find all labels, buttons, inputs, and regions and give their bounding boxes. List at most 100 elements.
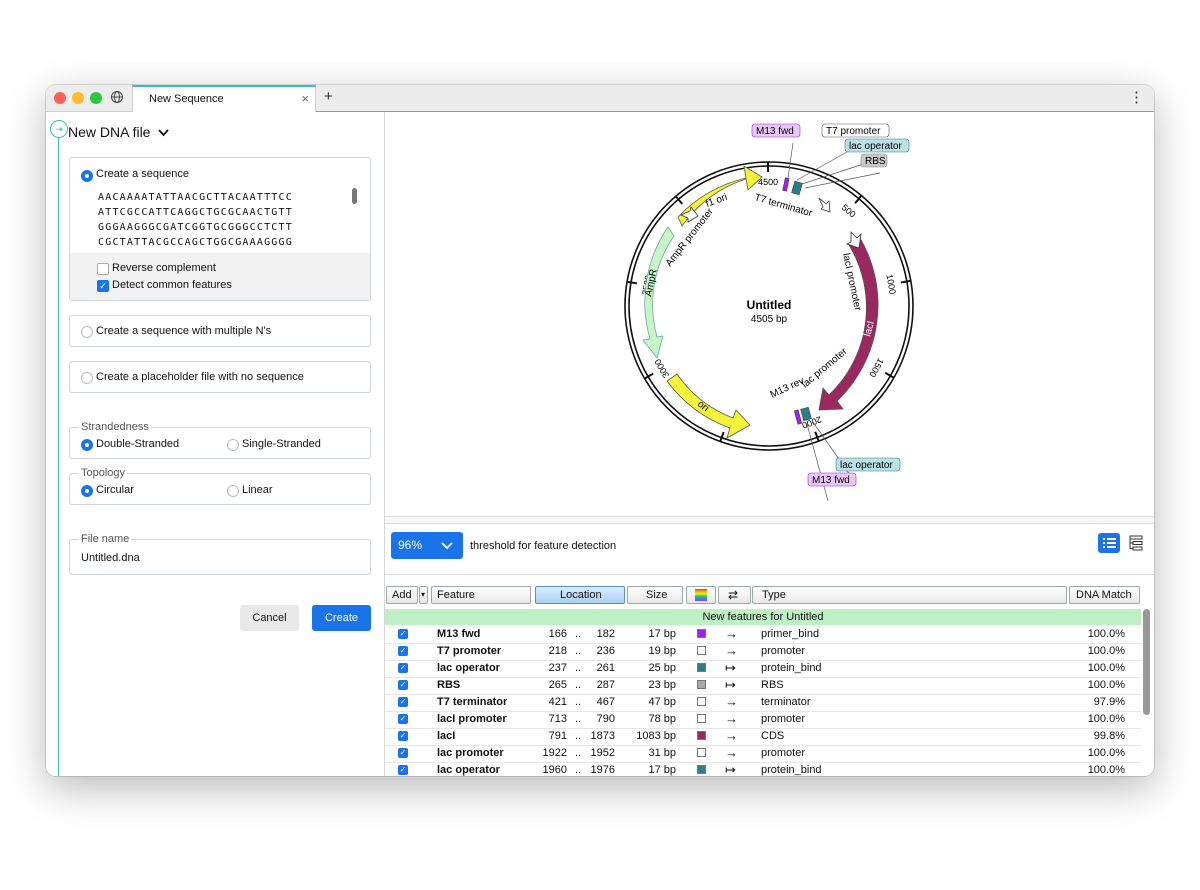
sequence-text-area[interactable]: AACAAAATATTAACGCTTACAATTTCC ATTCGCCATTCA… — [98, 190, 293, 250]
size-column-header[interactable]: Size — [627, 586, 683, 604]
row-checkbox[interactable]: ✓ — [398, 629, 408, 639]
table-row[interactable]: ✓ RBS 265.. 287 23 bp ↦ RBS 100.0% — [385, 677, 1141, 695]
single-stranded-label: Single-Stranded — [242, 438, 321, 450]
table-row[interactable]: ✓ T7 promoter 218.. 236 19 bp → promoter 100.0% — [385, 643, 1141, 661]
placeholder-radio[interactable] — [81, 372, 93, 384]
row-checkbox[interactable]: ✓ — [398, 748, 408, 758]
plasmid-map[interactable]: 50010001500200025003000350040004500 f1 o… — [385, 112, 1154, 516]
linear-radio[interactable] — [227, 485, 239, 497]
table-row[interactable]: ✓ lacI promoter 713.. 790 78 bp → promoter 100.… — [385, 711, 1141, 729]
group-header-row[interactable]: New features for Untitled — [385, 609, 1141, 625]
feature-name: lac promoter — [437, 747, 504, 759]
file-name-group: File name Untitled.dna — [69, 533, 371, 575]
row-checkbox[interactable]: ✓ — [398, 680, 408, 690]
location-separator: .. — [575, 628, 582, 640]
collapse-panel-icon[interactable]: ⇥ — [50, 120, 68, 138]
reverse-complement-checkbox[interactable] — [97, 263, 109, 275]
row-checkbox[interactable]: ✓ — [398, 663, 408, 673]
match-column-header[interactable]: DNA Match — [1069, 586, 1140, 604]
feature-start: 421 — [548, 696, 567, 708]
sequence-scrollbar[interactable] — [352, 188, 357, 204]
panel-title-text: New DNA file — [68, 124, 151, 140]
type-column-header[interactable]: Type — [752, 586, 1067, 604]
placeholder-card[interactable]: Create a placeholder file with no sequen… — [69, 361, 371, 393]
feature-color-swatch[interactable] — [697, 765, 706, 774]
more-menu-icon[interactable]: ⋮ — [1129, 88, 1144, 106]
circular-radio[interactable] — [81, 485, 93, 497]
single-stranded-radio[interactable] — [227, 439, 239, 451]
type-column-label: Type — [762, 589, 786, 601]
table-scrollbar[interactable] — [1143, 609, 1150, 715]
zoom-window-button[interactable] — [90, 92, 102, 104]
location-column-header[interactable]: Location — [535, 586, 625, 604]
t7-terminator-label: T7 terminator — [753, 192, 814, 219]
panel-splitter[interactable] — [385, 516, 1154, 524]
table-row[interactable]: ✓ T7 terminator 421.. 467 47 bp → terminator 97… — [385, 694, 1141, 712]
table-row[interactable]: ✓ lacI 791.. 1873 1083 bp → CDS 99.8% — [385, 728, 1141, 746]
multiple-n-card[interactable]: Create a sequence with multiple N's — [69, 315, 371, 347]
feature-color-swatch[interactable] — [697, 663, 706, 672]
row-checkbox[interactable]: ✓ — [398, 731, 408, 741]
location-separator: .. — [575, 679, 582, 691]
add-menu-button[interactable]: ▾ — [419, 586, 428, 604]
feature-color-swatch[interactable] — [697, 629, 706, 638]
direction-arrow-icon[interactable]: → — [725, 745, 738, 760]
chevron-down-icon — [441, 542, 453, 550]
file-name-input[interactable]: Untitled.dna — [81, 552, 140, 564]
table-row[interactable]: ✓ lac promoter 1922.. 1952 31 bp → promoter 100… — [385, 745, 1141, 763]
multiple-n-radio[interactable] — [81, 326, 93, 338]
direction-arrow-icon[interactable]: ↦ — [725, 660, 736, 676]
direction-arrow-icon[interactable]: ↦ — [725, 762, 736, 776]
direction-arrow-icon[interactable]: → — [725, 728, 738, 743]
row-checkbox[interactable]: ✓ — [398, 765, 408, 775]
direction-arrow-icon[interactable]: → — [725, 711, 738, 726]
feature-color-swatch[interactable] — [697, 680, 706, 689]
panel-title[interactable]: New DNA file — [68, 124, 170, 140]
tab-new-sequence[interactable]: New Sequence × — [132, 85, 316, 112]
feature-end: 467 — [596, 696, 615, 708]
dna-match: 100.0% — [1087, 679, 1125, 691]
direction-arrow-icon[interactable]: → — [725, 694, 738, 709]
globe-icon[interactable] — [110, 90, 124, 104]
row-checkbox[interactable]: ✓ — [398, 697, 408, 707]
create-sequence-radio[interactable] — [81, 170, 93, 182]
m13-rev-feature — [793, 409, 803, 425]
list-view-button[interactable] — [1098, 533, 1120, 553]
feature-color-swatch[interactable] — [697, 731, 706, 740]
direction-arrow-icon[interactable]: → — [725, 643, 738, 658]
tab-close-icon[interactable]: × — [301, 91, 309, 106]
feature-end: 182 — [596, 628, 615, 640]
table-row[interactable]: ✓ lac operator 237.. 261 25 bp ↦ protein_bind 1… — [385, 660, 1141, 678]
tab-label: New Sequence — [149, 93, 224, 105]
cancel-button[interactable]: Cancel — [240, 605, 299, 631]
feature-size: 17 bp — [648, 764, 676, 776]
double-stranded-radio[interactable] — [81, 439, 93, 451]
new-tab-button[interactable]: + — [324, 88, 333, 105]
row-checkbox[interactable]: ✓ — [398, 714, 408, 724]
add-column-button[interactable]: Add — [386, 586, 418, 604]
feature-color-swatch[interactable] — [697, 646, 706, 655]
tree-view-button[interactable] — [1125, 533, 1147, 553]
color-palette-icon — [695, 589, 707, 601]
direction-column-header[interactable]: ⇄ — [718, 586, 751, 604]
feature-column-header[interactable]: Feature — [431, 586, 531, 604]
minimize-window-button[interactable] — [72, 92, 84, 104]
panel-edge-line — [58, 128, 59, 776]
threshold-dropdown[interactable]: 96% — [391, 532, 463, 559]
feature-name: T7 promoter — [437, 645, 502, 657]
table-row[interactable]: ✓ lac operator 1960.. 1976 17 bp ↦ protein_bin… — [385, 762, 1141, 776]
feature-color-swatch[interactable] — [697, 748, 706, 757]
close-window-button[interactable] — [54, 92, 66, 104]
color-column-header[interactable] — [686, 586, 716, 604]
direction-arrow-icon[interactable]: → — [725, 626, 738, 641]
feature-color-swatch[interactable] — [697, 697, 706, 706]
direction-arrow-icon[interactable]: ↦ — [725, 677, 736, 693]
create-sequence-card[interactable]: Create a sequence AACAAAATATTAACGCTTACAA… — [69, 157, 371, 301]
feature-end: 1873 — [590, 730, 615, 742]
feature-color-swatch[interactable] — [697, 714, 706, 723]
table-row[interactable]: ✓ M13 fwd 166.. 182 17 bp → primer_bind 100.0% — [385, 626, 1141, 644]
list-view-icon — [1103, 538, 1116, 548]
detect-features-checkbox[interactable]: ✓ — [97, 280, 109, 292]
row-checkbox[interactable]: ✓ — [398, 646, 408, 656]
create-button[interactable]: Create — [312, 605, 371, 631]
